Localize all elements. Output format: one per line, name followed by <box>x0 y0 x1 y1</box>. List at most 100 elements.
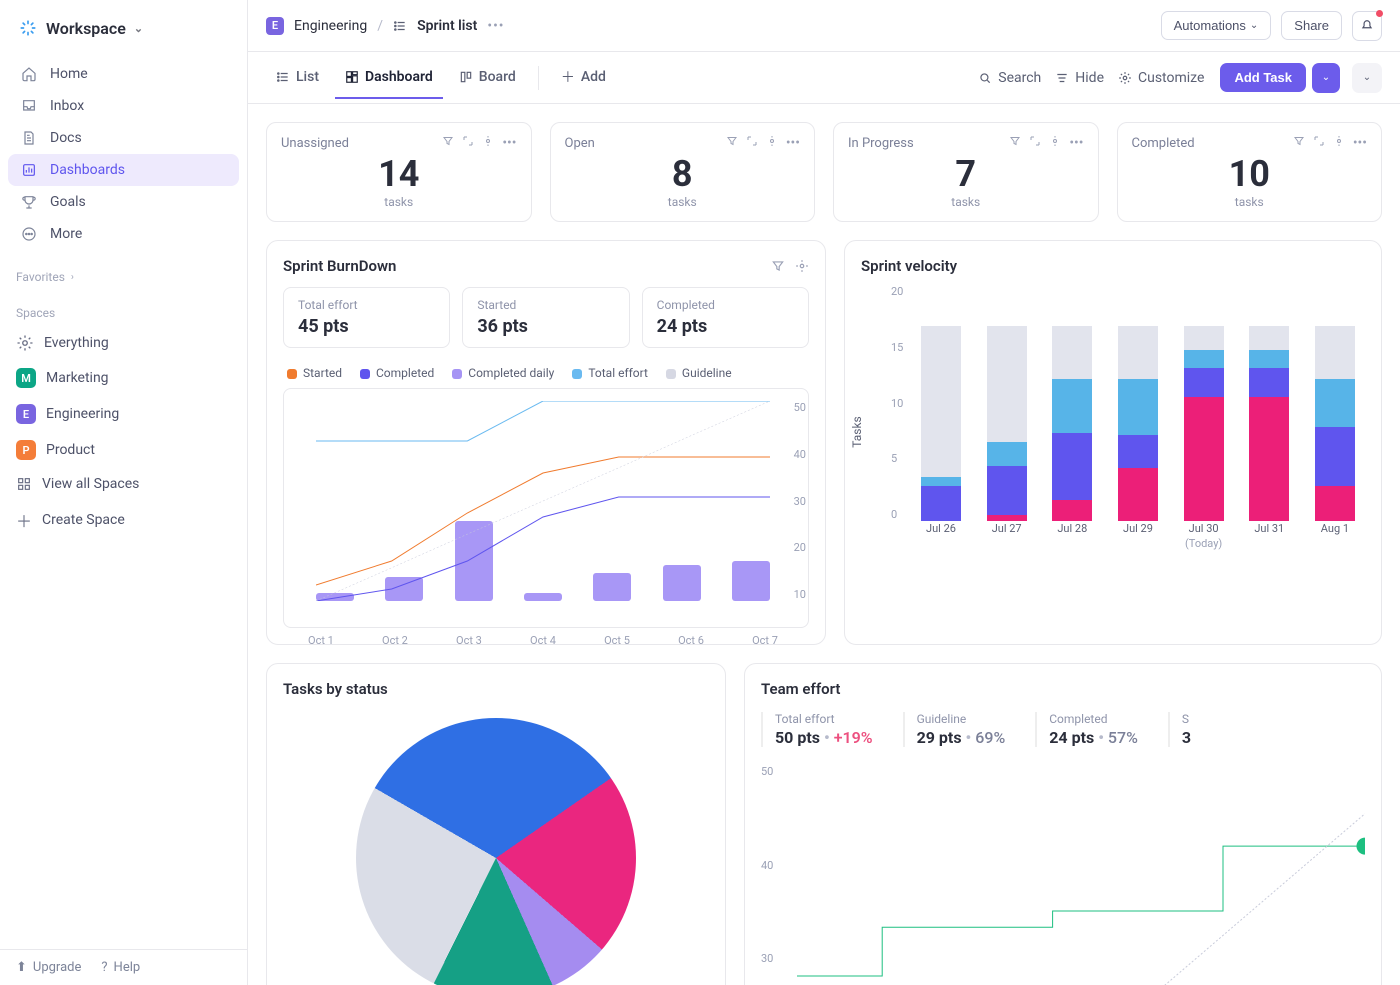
legend-item: Started <box>287 366 342 380</box>
sidebar-item-goals[interactable]: Goals <box>8 186 239 218</box>
sidebar-item-docs[interactable]: Docs <box>8 122 239 154</box>
favorites-section[interactable]: Favorites › <box>0 254 247 290</box>
settings-icon[interactable] <box>1049 135 1061 151</box>
burndown-card: Sprint BurnDown Total effort 45 pts Star… <box>266 240 826 645</box>
space-everything[interactable]: Everything <box>0 326 247 360</box>
add-view-button[interactable]: ＋ Add <box>551 55 616 101</box>
sidebar-item-home[interactable]: Home <box>8 58 239 90</box>
add-task-button[interactable]: Add Task <box>1220 63 1306 92</box>
settings-icon[interactable] <box>766 135 778 151</box>
burndown-mini-card: Total effort 45 pts <box>283 287 450 348</box>
team-effort-stat: Total effort 50 pts • +19% <box>761 712 873 747</box>
space-badge: E <box>16 404 36 424</box>
chevron-down-icon: ⌄ <box>1363 72 1371 83</box>
filter-icon[interactable] <box>726 135 738 151</box>
customize-button[interactable]: Customize <box>1118 70 1204 86</box>
goals-icon <box>20 194 38 210</box>
space-badge: P <box>16 440 36 460</box>
sidebar-footer: ⬆Upgrade ?Help <box>0 949 247 985</box>
team-effort-card: Team effort Total effort 50 pts • +19% G… <box>744 663 1382 985</box>
legend-item: Total effort <box>572 366 648 380</box>
burndown-mini-stats: Total effort 45 pts Started 36 pts Compl… <box>283 287 809 348</box>
legend-item: Completed daily <box>452 366 554 380</box>
breadcrumb-space[interactable]: Engineering <box>294 18 367 34</box>
everything-icon <box>16 334 34 352</box>
space-product[interactable]: P Product <box>0 432 247 468</box>
plus-icon: ＋ <box>561 67 575 87</box>
view-tab-list[interactable]: List <box>266 57 329 99</box>
more-icon[interactable]: ••• <box>786 135 800 151</box>
list-icon <box>393 19 407 33</box>
legend-item: Completed <box>360 366 434 380</box>
stat-card: Completed ••• 10 tasks <box>1117 122 1383 222</box>
chevron-down-icon: ⌄ <box>1250 20 1258 31</box>
help-button[interactable]: ?Help <box>101 960 140 975</box>
tasks-by-status-title: Tasks by status <box>283 680 709 698</box>
expand-icon[interactable] <box>462 135 474 151</box>
settings-icon[interactable] <box>1333 135 1345 151</box>
clickup-logo-icon <box>18 18 38 38</box>
main: E Engineering / Sprint list ••• Automati… <box>248 0 1400 985</box>
breadcrumb-space-badge[interactable]: E <box>266 17 284 35</box>
stat-unit: tasks <box>281 195 517 209</box>
dashboards-icon <box>20 162 38 178</box>
chevron-down-icon: ⌄ <box>1322 72 1330 83</box>
workspace-switcher[interactable]: Workspace ⌄ <box>0 0 247 54</box>
legend-item: Guideline <box>666 366 732 380</box>
space-marketing[interactable]: M Marketing <box>0 360 247 396</box>
space-engineering[interactable]: E Engineering <box>0 396 247 432</box>
burndown-legend: Started Completed Completed daily Total eff… <box>287 366 805 380</box>
more-icon[interactable]: ••• <box>502 135 516 151</box>
sidebar-item-more[interactable]: More <box>8 218 239 250</box>
settings-icon[interactable] <box>795 259 809 273</box>
stat-card: Open ••• 8 tasks <box>550 122 816 222</box>
tasks-by-status-card: Tasks by status <box>266 663 726 985</box>
filter-icon[interactable] <box>771 259 785 273</box>
dashboard-content: Unassigned ••• 14 tasks Open <box>248 104 1400 985</box>
velocity-card: Sprint velocity Tasks 20151050 Jul 26Jul… <box>844 240 1382 645</box>
filter-icon[interactable] <box>1293 135 1305 151</box>
more-icon[interactable]: ••• <box>1069 135 1083 151</box>
hide-button[interactable]: Hide <box>1055 70 1104 86</box>
view-more-button[interactable]: ⌄ <box>1352 63 1382 93</box>
grid-icon <box>16 476 32 492</box>
add-task-dropdown[interactable]: ⌄ <box>1312 63 1340 93</box>
search-button[interactable]: Search <box>978 70 1041 86</box>
sidebar-item-dashboards[interactable]: Dashboards <box>8 154 239 186</box>
stat-cards-row: Unassigned ••• 14 tasks Open <box>266 122 1382 222</box>
stat-title: In Progress <box>848 136 914 151</box>
more-icon[interactable]: ••• <box>1353 135 1367 151</box>
breadcrumb-more-icon[interactable]: ••• <box>487 18 504 34</box>
sidebar-nav: Home Inbox Docs Dashboards Goals More <box>0 54 247 254</box>
settings-icon[interactable] <box>482 135 494 151</box>
expand-icon[interactable] <box>1029 135 1041 151</box>
stat-unit: tasks <box>1132 195 1368 209</box>
filter-icon[interactable] <box>1009 135 1021 151</box>
team-effort-stats: Total effort 50 pts • +19% Guideline 29 … <box>761 712 1365 747</box>
expand-icon[interactable] <box>746 135 758 151</box>
stat-title: Unassigned <box>281 136 349 151</box>
share-button[interactable]: Share <box>1281 11 1342 40</box>
automations-button[interactable]: Automations⌄ <box>1161 11 1272 40</box>
sidebar-item-inbox[interactable]: Inbox <box>8 90 239 122</box>
breadcrumb-list[interactable]: Sprint list <box>417 18 477 34</box>
view-all-spaces[interactable]: View all Spaces <box>0 468 247 500</box>
expand-icon[interactable] <box>1313 135 1325 151</box>
plus-icon: ＋ <box>16 508 32 532</box>
velocity-chart: Tasks 20151050 Jul 26Jul 27Jul 28Jul 29J… <box>861 275 1365 575</box>
filter-icon[interactable] <box>442 135 454 151</box>
inbox-icon <box>20 98 38 114</box>
notifications-button[interactable] <box>1352 11 1382 41</box>
sidebar: Workspace ⌄ Home Inbox Docs Dashboards <box>0 0 248 985</box>
view-tab-dashboard[interactable]: Dashboard <box>335 57 443 99</box>
view-tab-board[interactable]: Board <box>449 57 526 99</box>
create-space[interactable]: ＋ Create Space <box>0 500 247 540</box>
velocity-ylabel: Tasks <box>850 416 864 448</box>
upgrade-button[interactable]: ⬆Upgrade <box>16 960 81 975</box>
stat-value: 10 <box>1132 153 1368 195</box>
burndown-title: Sprint BurnDown <box>283 257 396 275</box>
team-effort-stat: Guideline 29 pts • 69% <box>903 712 1006 747</box>
burndown-chart: 5040302010 Oct 1Oct 2Oct 3Oct 4Oct 5Oct … <box>283 388 809 628</box>
workspace-name: Workspace <box>46 19 126 38</box>
team-effort-chart: 504030 <box>761 765 1365 965</box>
